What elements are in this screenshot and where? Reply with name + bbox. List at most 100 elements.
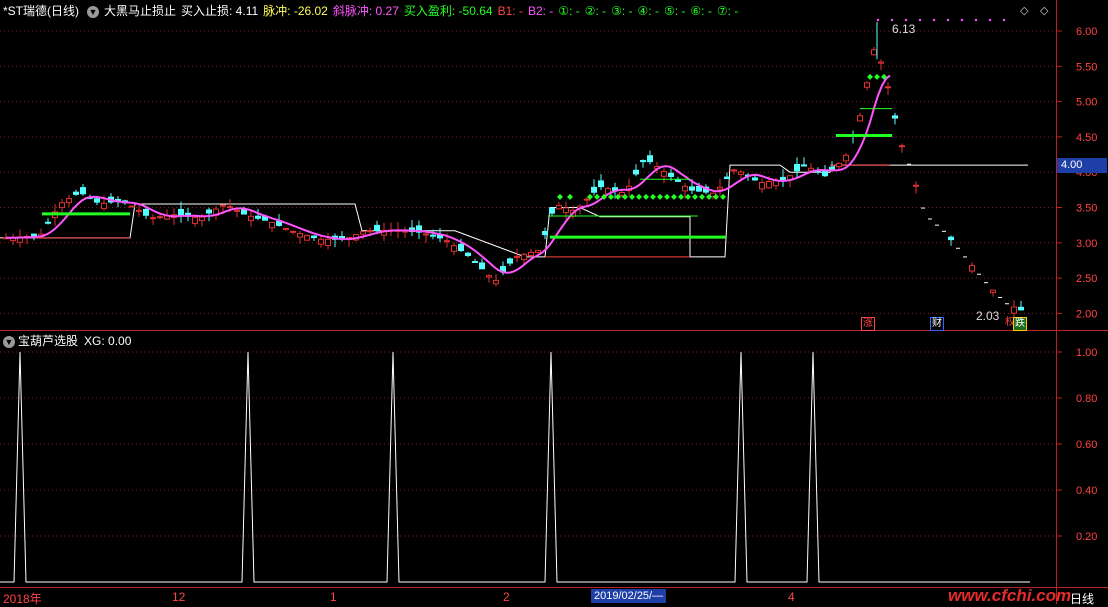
top-dot — [1002, 18, 1006, 22]
candle-body — [619, 192, 625, 196]
signal-diamond — [643, 193, 649, 200]
candle-body — [738, 171, 744, 175]
x-axis-label-12: 12 — [172, 590, 186, 604]
candle-body — [192, 216, 198, 224]
candle-body — [829, 166, 835, 171]
event-mark-fall[interactable]: 跌 — [1013, 317, 1027, 331]
candle-body — [430, 234, 436, 237]
candle-body — [878, 61, 884, 64]
candle-body — [360, 231, 366, 235]
event-mark-finance[interactable]: 财 — [930, 317, 944, 331]
top-dot — [876, 18, 880, 22]
signal-diamond — [594, 193, 600, 200]
sub-y-axis: 1.00 0.80 0.60 0.40 0.20 — [1056, 347, 1097, 543]
main-y-tick-label: 2.00 — [1076, 308, 1097, 320]
candle-body — [1011, 306, 1017, 314]
candle-body — [451, 245, 457, 252]
signal-diamond — [567, 193, 573, 200]
candle-body — [458, 243, 464, 252]
candle-body — [668, 172, 674, 177]
candle-body — [682, 185, 688, 192]
candle-body — [913, 184, 919, 187]
sub-y-tick-label: 1.00 — [1076, 347, 1097, 359]
watermark: www.cfchi.com — [948, 586, 1072, 605]
candle-body — [640, 160, 646, 163]
candle-body — [269, 221, 275, 229]
candle-body — [283, 227, 289, 230]
signal-diamond — [629, 193, 635, 200]
x-axis-label-4: 4 — [788, 590, 795, 604]
candle-body — [549, 207, 555, 214]
candle-body — [255, 215, 261, 219]
candle-body — [885, 86, 891, 89]
top-dot — [974, 18, 978, 22]
top-dot — [960, 18, 964, 22]
candle-body — [199, 216, 205, 222]
period-label[interactable]: 日线 — [1070, 590, 1094, 607]
signal-diamond — [720, 193, 726, 200]
main-y-tick-label: 3.50 — [1076, 203, 1097, 215]
candle-body — [731, 169, 737, 172]
candle-body — [521, 253, 527, 261]
candle-body — [892, 115, 898, 119]
candle-body — [318, 238, 324, 245]
x-axis-label-1: 1 — [330, 590, 337, 604]
candle-body — [857, 115, 863, 122]
top-dot — [988, 18, 992, 22]
candle-body — [465, 252, 471, 257]
main-y-tick-label: 3.00 — [1076, 238, 1097, 250]
candle-body — [717, 186, 723, 190]
candle-body — [675, 179, 681, 182]
event-mark-rise[interactable]: 涨 — [861, 317, 875, 331]
candle-body — [633, 169, 639, 175]
candle-body — [248, 215, 254, 222]
candle-body — [136, 209, 142, 212]
candle-body — [899, 145, 905, 148]
candle-body — [528, 251, 534, 257]
candle-body — [948, 236, 954, 241]
signal-diamond — [671, 193, 677, 200]
candle-body — [759, 182, 765, 190]
candle-body — [661, 170, 667, 177]
sub-y-tick-label: 0.80 — [1076, 393, 1097, 405]
candle-body — [129, 205, 135, 208]
signal-diamond — [557, 193, 563, 200]
signal-diamond — [657, 193, 663, 200]
candle-body — [59, 202, 65, 209]
candle-body — [843, 154, 849, 162]
signal-diamond — [685, 193, 691, 200]
candle-body — [290, 230, 296, 233]
candle-body — [220, 204, 226, 207]
candle-body — [969, 265, 975, 272]
signal-diamond — [692, 193, 698, 200]
candle-body — [871, 49, 877, 56]
candle-body — [535, 249, 541, 254]
signal-diamond — [678, 193, 684, 200]
main-y-tick-label: 5.50 — [1076, 61, 1097, 73]
top-dot — [946, 18, 950, 22]
main-y-tick-label: 2.50 — [1076, 273, 1097, 285]
main-y-axis: 6.005.505.004.504.003.503.002.502.00 — [1056, 26, 1097, 320]
candle-body — [31, 233, 37, 237]
candle-body — [178, 208, 184, 216]
signal-diamond — [867, 73, 873, 80]
candle-body — [563, 207, 569, 214]
high-price-label: 6.13 — [892, 22, 916, 36]
candle-body — [780, 176, 786, 181]
candle-body — [157, 216, 163, 219]
main-y-tick-label: 5.00 — [1076, 97, 1097, 109]
chart-canvas[interactable]: 6.00 5.50 5.00 4.50 4.00 3.50 3.00 2.50 2.00 1.0… — [0, 0, 1108, 604]
top-dot — [890, 18, 894, 22]
sub-y-tick-label: 0.20 — [1076, 531, 1097, 543]
sub-grid — [0, 351, 1056, 537]
candle-body — [486, 275, 492, 278]
candle-body — [689, 186, 695, 191]
sub-y-tick-label: 0.40 — [1076, 485, 1097, 497]
main-y-tick-label: 6.00 — [1076, 26, 1097, 38]
candle-body — [227, 206, 233, 209]
candle-body — [794, 164, 800, 172]
current-price-tag: 4.00 — [1057, 158, 1107, 173]
candle-body — [73, 191, 79, 195]
candle-body — [472, 261, 478, 264]
candle-body — [752, 177, 758, 181]
